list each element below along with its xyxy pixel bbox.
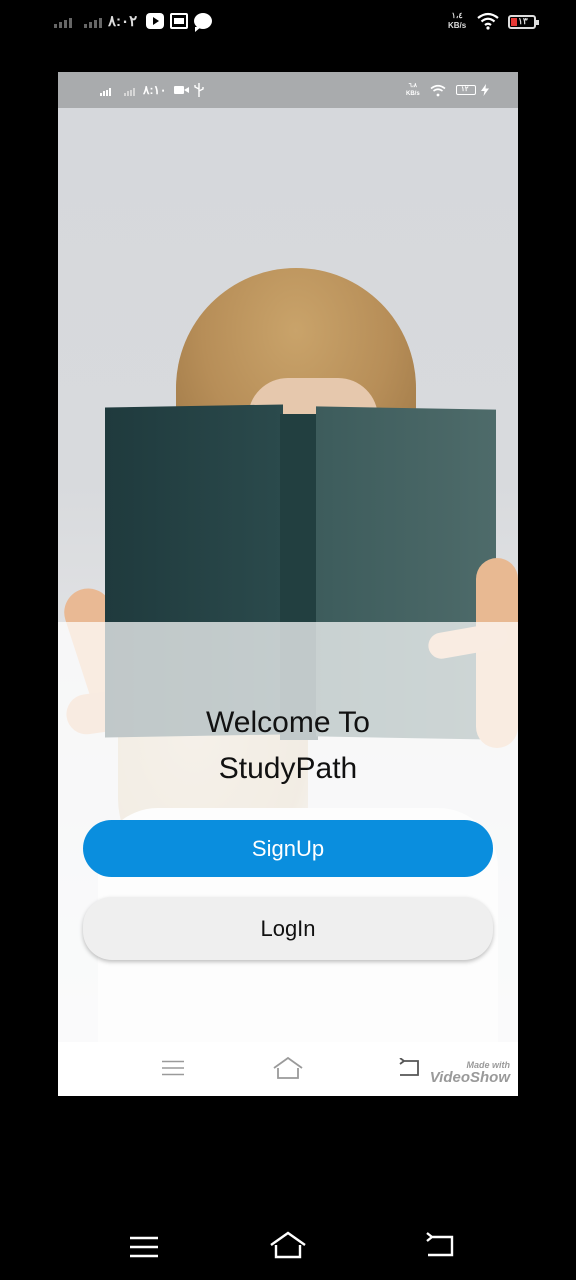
charging-icon (481, 84, 489, 96)
back-icon[interactable] (422, 1232, 456, 1258)
clock: ٨:٠٢ (108, 13, 138, 30)
battery-icon: ١٣ (508, 15, 539, 29)
welcome-line-1: Welcome To (206, 706, 370, 739)
chat-icon (194, 13, 212, 32)
navigation-bar: Made with VideoShow (58, 1042, 518, 1096)
youtube-icon (146, 13, 164, 29)
document-icon (170, 13, 188, 29)
home-icon[interactable] (272, 1056, 304, 1080)
signal-icon (124, 88, 135, 96)
network-speed-unit: KB/s (448, 21, 467, 30)
signal-icon (84, 18, 102, 28)
network-speed: ١،٤ KB/s (448, 11, 466, 31)
network-speed-value: ٦،٨ (408, 83, 418, 89)
battery-percent: ١٢ (461, 86, 469, 93)
wifi-icon (430, 84, 446, 97)
app-screen: ٨:١٠ ٦،٨ KB/s ١٢ Welcome To StudyPath Si… (58, 72, 518, 1096)
camera-icon (174, 86, 189, 94)
battery-percent: ١٣ (518, 16, 528, 26)
signal-icon (54, 18, 72, 28)
network-speed: ٦،٨ KB/s (406, 82, 420, 98)
watermark-line-2: VideoShow (429, 1069, 510, 1086)
battery-level (511, 18, 517, 26)
login-button[interactable]: LogIn (83, 897, 493, 960)
status-bar: ٨:١٠ ٦،٨ KB/s ١٢ (58, 72, 518, 108)
watermark: Made with VideoShow (418, 1060, 510, 1086)
device-navigation-bar (0, 1210, 576, 1280)
home-icon[interactable] (268, 1230, 308, 1260)
network-speed-unit: KB/s (406, 91, 420, 97)
clock: ٨:١٠ (143, 83, 167, 97)
battery-icon: ١٢ (456, 85, 476, 95)
signup-button[interactable]: SignUp (83, 820, 493, 877)
app-name: StudyPath (218, 752, 358, 785)
signal-icon (100, 88, 111, 96)
usb-icon (194, 83, 204, 97)
wifi-icon (477, 12, 499, 30)
network-speed-value: ١،٤ (451, 11, 463, 20)
menu-icon[interactable] (162, 1060, 184, 1076)
device-status-bar: ٨:٠٢ ١،٤ KB/s ١٣ (0, 0, 576, 44)
menu-icon[interactable] (130, 1236, 158, 1258)
welcome-heading: Welcome To StudyPath (58, 700, 518, 792)
